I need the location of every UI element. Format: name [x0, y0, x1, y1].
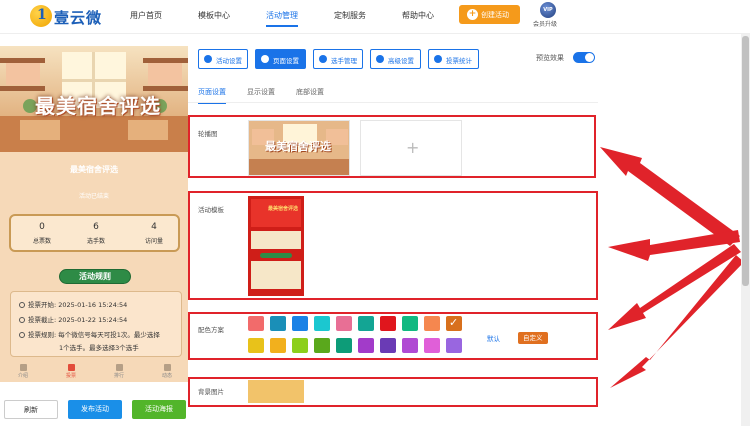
scrollbar-thumb[interactable]	[742, 36, 749, 286]
page-scrollbar[interactable]	[741, 34, 750, 426]
arrow-carousel	[600, 147, 740, 246]
arrow-color	[608, 244, 741, 330]
annotation-arrows	[600, 147, 744, 388]
